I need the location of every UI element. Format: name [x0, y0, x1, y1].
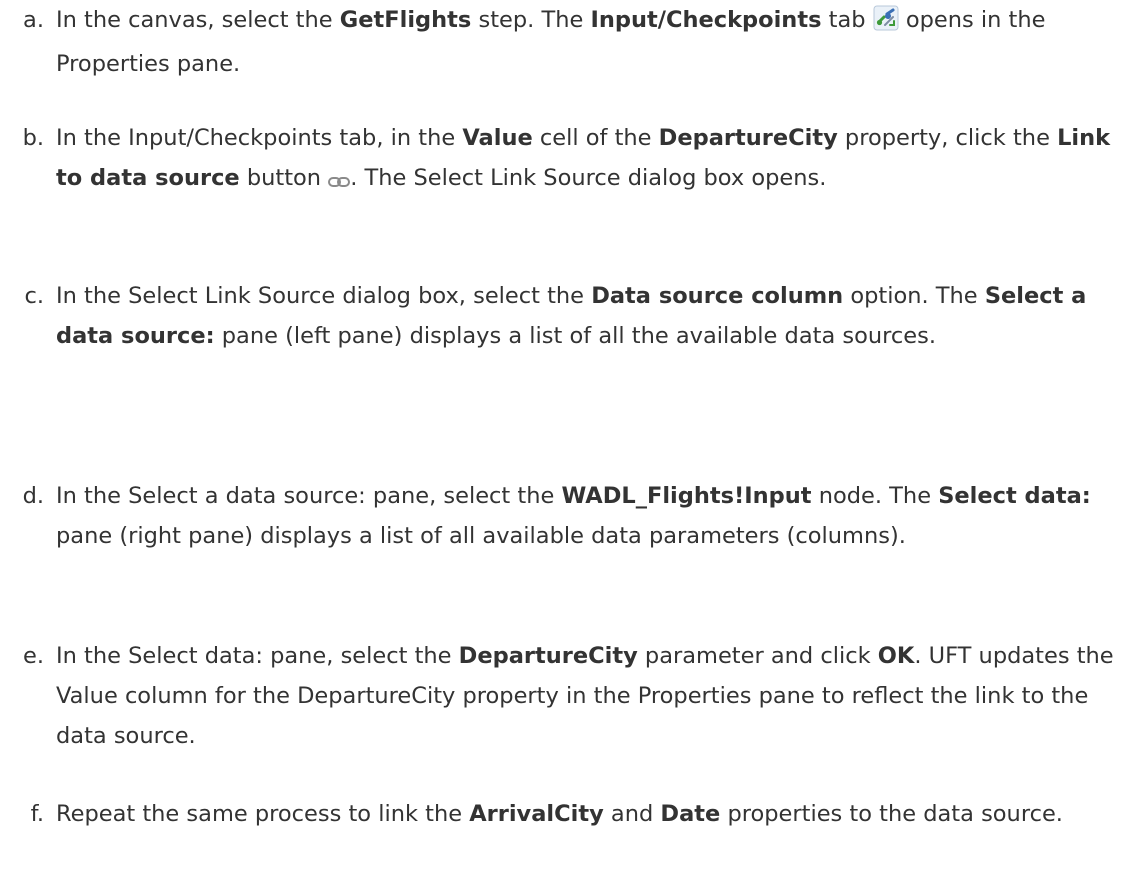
- step-letter: a.: [23, 7, 44, 33]
- step-b: b. In the Input/Checkpoints tab, in the …: [23, 118, 1120, 202]
- step-text-part: . The Select Link Source dialog box open…: [350, 165, 827, 191]
- step-text-part: In the Select a data source: pane, selec…: [56, 483, 562, 509]
- ui-term-arrivalcity: ArrivalCity: [469, 801, 604, 827]
- step-text-part: button: [239, 165, 329, 191]
- step-letter: d.: [22, 483, 44, 509]
- step-a: a. In the canvas, select the GetFlights …: [23, 0, 1120, 84]
- ui-term-input-checkpoints: Input/Checkpoints: [590, 7, 822, 33]
- procedure-steps: a. In the canvas, select the GetFlights …: [0, 0, 1128, 888]
- step-text-part: In the Input/Checkpoints tab, in the: [56, 125, 463, 151]
- step-text-part: pane (left pane) displays a list of all …: [214, 323, 936, 349]
- step-c: c. In the Select Link Source dialog box,…: [24, 276, 1120, 356]
- step-letter: c.: [24, 283, 44, 309]
- step-letter: e.: [23, 643, 44, 669]
- step-text-part: parameter and click: [637, 643, 878, 669]
- step-text-part: properties to the data source.: [720, 801, 1063, 827]
- step-letter: b.: [22, 125, 44, 151]
- ui-term-data-source-column: Data source column: [591, 283, 844, 309]
- ui-term-wadl-flights-input: WADL_Flights!Input: [561, 483, 812, 509]
- step-text: In the Input/Checkpoints tab, in the Val…: [56, 118, 1120, 202]
- ui-term-departurecity: DepartureCity: [458, 643, 638, 669]
- step-text-part: tab: [821, 7, 873, 33]
- step-text-part: Repeat the same process to link the: [56, 801, 470, 827]
- step-text-part: option. The: [843, 283, 985, 309]
- ui-term-ok: OK: [877, 643, 915, 669]
- step-d: d. In the Select a data source: pane, se…: [23, 476, 1120, 556]
- step-text: Repeat the same process to link the Arri…: [56, 794, 1120, 834]
- step-text: In the Select data: pane, select the Dep…: [56, 636, 1120, 756]
- step-text-part: step. The: [471, 7, 591, 33]
- step-text: In the Select Link Source dialog box, se…: [56, 276, 1120, 356]
- ui-term-departurecity: DepartureCity: [658, 125, 838, 151]
- step-e: e. In the Select data: pane, select the …: [23, 636, 1120, 756]
- step-text-part: In the Select data: pane, select the: [56, 643, 459, 669]
- step-f: f. Repeat the same process to link the A…: [31, 794, 1120, 834]
- step-text-part: node. The: [811, 483, 939, 509]
- input-checkpoints-icon: [873, 4, 899, 44]
- step-text-part: In the canvas, select the: [56, 7, 340, 33]
- step-text: In the Select a data source: pane, selec…: [56, 476, 1120, 556]
- ui-term-value: Value: [462, 125, 533, 151]
- step-text-part: In the Select Link Source dialog box, se…: [56, 283, 592, 309]
- step-text-part: cell of the: [532, 125, 659, 151]
- step-text-part: pane (right pane) displays a list of all…: [56, 523, 906, 549]
- ui-term-date: Date: [660, 801, 721, 827]
- step-text-part: and: [603, 801, 661, 827]
- step-text-part: property, click the: [837, 125, 1058, 151]
- step-letter: f.: [30, 801, 44, 827]
- step-text: In the canvas, select the GetFlights ste…: [56, 0, 1120, 84]
- link-icon: [328, 162, 351, 202]
- ui-term-select-data: Select data:: [938, 483, 1091, 509]
- ui-term-getflights: GetFlights: [339, 7, 472, 33]
